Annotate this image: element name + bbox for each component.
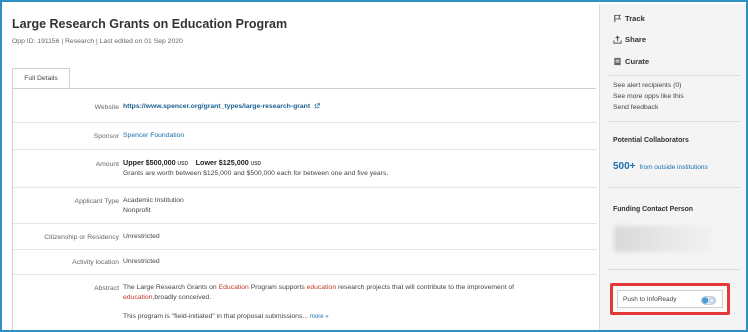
details-panel: Website https://www.spencer.org/grant_ty… <box>12 88 597 330</box>
push-label: Push to InfoReady <box>623 295 677 303</box>
abstract-highlight: education <box>123 294 153 301</box>
abstract-text: This program is "field-initiated" in tha… <box>123 313 309 320</box>
detail-row-citizenship: Citizenship or Residency Unrestricted <box>13 224 597 250</box>
abstract-text: The Large Research Grants on <box>123 284 219 291</box>
push-to-infoready-control[interactable]: Push to InfoReady <box>617 290 723 308</box>
applicant-type-0: Academic Institution <box>123 197 184 204</box>
app-frame: Large Research Grants on Education Progr… <box>0 0 748 332</box>
amount-lower-value: $125,000 <box>218 158 249 167</box>
website-label: Website <box>94 104 119 111</box>
detail-row-activity-location: Activity location Unrestricted <box>13 250 597 275</box>
curate-button[interactable]: Curate <box>613 57 649 66</box>
website-link[interactable]: https://www.spencer.org/grant_types/larg… <box>123 103 310 110</box>
send-feedback-link[interactable]: Send feedback <box>613 104 658 111</box>
abstract-text: Program supports <box>248 284 307 291</box>
abstract-line-1: The Large Research Grants on Education P… <box>123 283 514 293</box>
detail-row-website: Website https://www.spencer.org/grant_ty… <box>13 89 597 123</box>
toggle-icon[interactable] <box>701 296 716 305</box>
alert-recipients-link[interactable]: See alert recipients (0) <box>613 82 681 89</box>
citizenship-label: Citizenship or Residency <box>44 234 119 241</box>
sidebar-divider <box>608 269 740 270</box>
opportunity-meta: Opp ID: 191156 | Research | Last edited … <box>12 38 183 45</box>
share-label: Share <box>625 35 647 44</box>
abstract-label: Abstract <box>94 285 119 292</box>
amount-upper-value: $500,000 <box>145 158 176 167</box>
track-label: Track <box>625 14 645 23</box>
abstract-line-3: This program is "field-initiated" in tha… <box>123 312 329 322</box>
amount-values: Upper $500,000 USD Lower $125,000 USD <box>123 158 261 169</box>
abstract-text: ,broadly conceived. <box>152 294 212 301</box>
detail-row-sponsor: Sponsor Spencer Foundation <box>13 123 597 150</box>
funding-contact-heading: Funding Contact Person <box>613 206 694 213</box>
amount-note: Grants are worth between $125,000 and $5… <box>123 170 389 177</box>
abstract-line-2: education,broadly conceived. <box>123 293 211 303</box>
collaborators-text: from outside institutions <box>639 164 708 171</box>
collaborators-heading: Potential Collaborators <box>613 137 689 144</box>
flag-icon <box>614 14 622 23</box>
share-button[interactable]: Share <box>613 35 646 44</box>
applicant-type-1: Nonprofit <box>123 207 151 214</box>
sponsor-link[interactable]: Spencer Foundation <box>123 132 184 139</box>
track-button[interactable]: Track <box>613 14 645 23</box>
amount-upper-label: Upper <box>123 158 144 167</box>
more-link[interactable]: more » <box>310 314 329 320</box>
collaborators-link[interactable]: 500+ from outside institutions <box>613 161 708 172</box>
page-title: Large Research Grants on Education Progr… <box>12 17 288 31</box>
amount-lower-label: Lower <box>195 158 217 167</box>
abstract-text: research projects that will contribute t… <box>336 284 515 291</box>
external-link-icon[interactable] <box>314 103 320 109</box>
sidebar-divider <box>608 187 740 188</box>
sponsor-label: Sponsor <box>93 133 119 140</box>
more-opps-link[interactable]: See more opps like this <box>613 93 684 100</box>
opportunity-detail: Large Research Grants on Education Progr… <box>4 4 597 330</box>
funding-contact-redacted <box>614 226 712 252</box>
abstract-highlight: education <box>306 284 337 291</box>
sidebar-divider <box>608 121 740 122</box>
detail-row-amount: Amount Upper $500,000 USD Lower $125,000… <box>13 150 597 188</box>
curate-icon <box>614 57 621 66</box>
tab-full-details[interactable]: Full Details <box>12 68 70 89</box>
applicant-type-label: Applicant Type <box>74 198 119 205</box>
amount-upper-currency: USD <box>177 161 189 167</box>
share-icon <box>613 35 622 44</box>
amount-lower-currency: USD <box>250 161 262 167</box>
sidebar-divider <box>608 75 740 76</box>
detail-row-abstract: Abstract The Large Research Grants on Ed… <box>13 275 597 330</box>
collaborators-count: 500+ <box>613 161 636 172</box>
curate-label: Curate <box>625 57 650 66</box>
push-to-infoready-highlight: Push to InfoReady <box>610 283 730 315</box>
sidebar: Track Share Curate See alert recipients … <box>599 4 746 330</box>
detail-row-applicant-type: Applicant Type Academic Institution Nonp… <box>13 188 597 224</box>
activity-location-label: Activity location <box>72 259 119 266</box>
activity-location-value: Unrestricted <box>123 258 160 265</box>
citizenship-value: Unrestricted <box>123 233 160 240</box>
abstract-highlight: Education <box>218 284 249 291</box>
amount-label: Amount <box>95 161 119 168</box>
